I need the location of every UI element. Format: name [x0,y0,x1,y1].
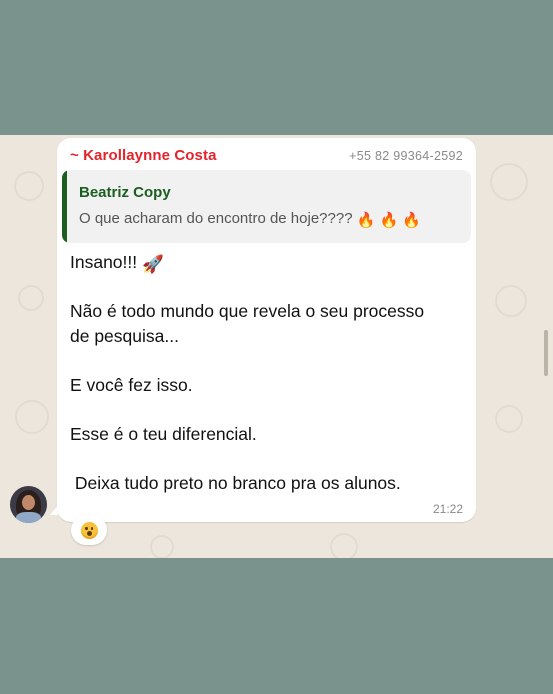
message-timestamp: 21:22 [432,502,463,516]
wallpaper-doodle [14,171,44,201]
sender-phone: +55 82 99364-2592 [349,149,463,163]
sender-name[interactable]: ~ Karollaynne Costa [70,147,217,164]
screenshot-frame: ~ Karollaynne Costa +55 82 99364-2592 Be… [0,0,553,694]
message-line: Insano!!! 🚀 [70,252,164,275]
message-line: Deixa tudo preto no branco pra os alunos… [70,473,401,493]
message-line: de pesquisa... [70,326,179,346]
astonished-face-icon [80,521,98,539]
wallpaper-doodle [15,400,49,434]
message-line: Esse é o teu diferencial. [70,424,257,444]
fire-icon: 🔥 [402,212,422,229]
wallpaper-doodle [490,163,528,201]
avatar-body [16,512,41,523]
wallpaper-doodle [330,533,358,558]
quoted-message[interactable]: Beatriz Copy O que acharam do encontro d… [62,170,471,243]
reaction-badge[interactable] [71,515,107,545]
message-bubble[interactable]: ~ Karollaynne Costa +55 82 99364-2592 Be… [57,138,476,522]
fire-icon: 🔥 [379,212,399,229]
message-line: Não é todo mundo que revela o seu proces… [70,301,425,321]
sender-avatar[interactable] [10,486,47,523]
scrollbar[interactable] [544,330,548,376]
quoted-text: O que acharam do encontro de hoje???? [79,210,353,227]
wallpaper-doodle [495,405,523,433]
avatar-face [22,495,35,510]
rocket-icon: 🚀 [142,254,164,274]
message-line: E você fez isso. [70,375,193,395]
wallpaper-doodle [18,285,44,311]
fire-icon: 🔥 [356,212,376,229]
wallpaper-doodle [495,285,527,317]
message-text: Insano!!! [70,252,138,272]
quoted-author: Beatriz Copy [79,184,171,201]
chat-area[interactable]: ~ Karollaynne Costa +55 82 99364-2592 Be… [0,135,553,558]
wallpaper-doodle [150,535,174,558]
quote-accent-bar [62,170,67,243]
quoted-text-row: O que acharam do encontro de hoje???? 🔥 … [79,210,421,229]
